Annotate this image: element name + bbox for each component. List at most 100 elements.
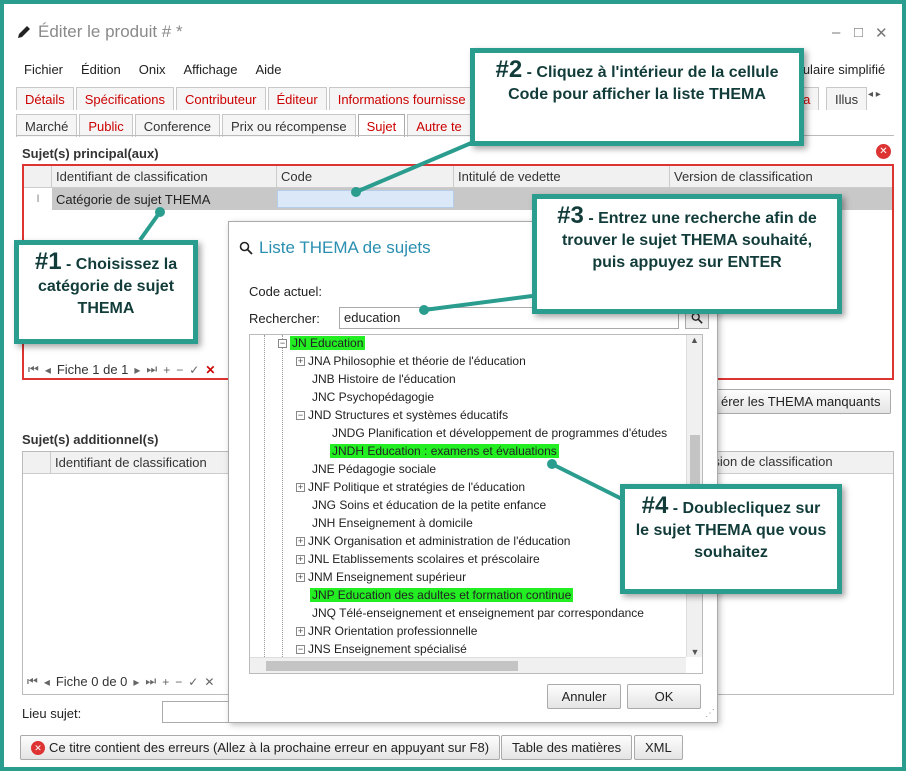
prev-record-button[interactable]: ◂ bbox=[45, 363, 51, 377]
first-record-button[interactable]: ⏮ bbox=[28, 362, 39, 377]
prev-record-button[interactable]: ◂ bbox=[44, 675, 50, 689]
scroll-down-icon[interactable]: ▼ bbox=[687, 647, 702, 657]
expand-icon[interactable]: + bbox=[296, 357, 305, 367]
menu-fichier[interactable]: Fichier bbox=[24, 62, 63, 77]
tree-item-jnl[interactable]: JNL Etablissements scolaires et préscola… bbox=[308, 552, 540, 566]
cell-identifiant[interactable]: Catégorie de sujet THEMA bbox=[52, 192, 277, 207]
menu-aide[interactable]: Aide bbox=[255, 62, 281, 77]
tree-item-jng[interactable]: JNG Soins et éducation de la petite enfa… bbox=[312, 498, 546, 512]
col-code: Code bbox=[277, 166, 454, 187]
tree-item-jnf[interactable]: JNF Politique et stratégies de l'éducati… bbox=[308, 480, 525, 494]
tab-prix[interactable]: Prix ou récompense bbox=[222, 114, 356, 137]
restore-button[interactable]: □ bbox=[854, 24, 863, 41]
resize-grip-icon[interactable]: ⋰ bbox=[705, 708, 715, 719]
close-button[interactable]: ✕ bbox=[875, 24, 888, 42]
delete-record-button[interactable]: − bbox=[176, 363, 183, 377]
minimize-button[interactable]: – bbox=[832, 24, 840, 41]
tree-item-jna[interactable]: JNA Philosophie et théorie de l'éducatio… bbox=[308, 354, 526, 368]
confirm-record-button[interactable]: ✓ bbox=[188, 675, 198, 689]
last-record-button[interactable]: ⏭ bbox=[145, 674, 156, 689]
app-window: Éditer le produit # * – □ ✕ Fichier Édit… bbox=[0, 0, 906, 771]
tree-item-jnd[interactable]: JND Structures et systèmes éducatifs bbox=[308, 408, 508, 422]
tab-conference[interactable]: Conference bbox=[134, 114, 220, 137]
lieu-sujet-input[interactable] bbox=[162, 701, 232, 723]
tab-specifications[interactable]: Spécifications bbox=[75, 87, 174, 110]
tree-item-jnb[interactable]: JNB Histoire de l'éducation bbox=[312, 372, 456, 386]
tree-item-jne[interactable]: JNE Pédagogie sociale bbox=[312, 462, 436, 476]
ok-button[interactable]: OK bbox=[627, 684, 701, 709]
expand-icon[interactable]: + bbox=[296, 555, 305, 565]
menu-bar: Fichier Édition Onix Affichage Aide bbox=[24, 62, 282, 77]
next-record-button[interactable]: ▸ bbox=[134, 363, 140, 377]
simplified-form-link[interactable]: mulaire simplifié bbox=[792, 62, 885, 77]
col-identifiant: Identifiant de classification bbox=[52, 166, 277, 187]
callout-number: #4 bbox=[641, 492, 669, 519]
tabs-row-2: Marché Public Conference Prix ou récompe… bbox=[16, 114, 473, 137]
tree-item-jnm[interactable]: JNM Enseignement supérieur bbox=[308, 570, 466, 584]
confirm-record-button[interactable]: ✓ bbox=[189, 363, 199, 377]
add-record-button[interactable]: + bbox=[163, 363, 170, 377]
cancel-record-button[interactable]: ✕ bbox=[204, 675, 214, 689]
callout-number: #3 bbox=[557, 202, 584, 229]
generate-missing-thema-button[interactable]: érer les THEMA manquants bbox=[710, 389, 892, 414]
last-record-button[interactable]: ⏭ bbox=[146, 362, 157, 377]
tree-item-jnq[interactable]: JNQ Télé-enseignement et enseignement pa… bbox=[312, 606, 644, 620]
tab-public[interactable]: Public bbox=[79, 114, 133, 137]
tab-autre[interactable]: Autre te bbox=[407, 114, 471, 137]
expand-icon[interactable]: + bbox=[296, 483, 305, 493]
menu-affichage[interactable]: Affichage bbox=[184, 62, 238, 77]
col-version: Version de classification bbox=[674, 169, 813, 184]
xml-button[interactable]: XML bbox=[634, 735, 683, 760]
tab-editeur[interactable]: Éditeur bbox=[267, 87, 327, 110]
tree-item-jnp[interactable]: JNP Education des adultes et formation c… bbox=[310, 588, 574, 602]
main-grid-nav: ⏮ ◂ Fiche 1 de 1 ▸ ⏭ + − ✓ ✕ bbox=[28, 362, 215, 377]
callout-text: - Cliquez à l'intérieur de la cellule Co… bbox=[508, 64, 779, 103]
tree-item-jnc[interactable]: JNC Psychopédagogie bbox=[312, 390, 434, 404]
row-indicator-header bbox=[24, 166, 52, 187]
collapse-icon[interactable]: − bbox=[296, 645, 305, 655]
window-title: Éditer le produit # * bbox=[16, 22, 183, 42]
expand-icon[interactable]: + bbox=[296, 627, 305, 637]
collapse-icon[interactable]: − bbox=[296, 411, 305, 421]
tabs-row-1: Détails Spécifications Contributeur Édit… bbox=[16, 87, 477, 110]
delete-record-button[interactable]: − bbox=[175, 675, 182, 689]
tree-item-jnk[interactable]: JNK Organisation et administration de l'… bbox=[308, 534, 570, 548]
cancel-button[interactable]: Annuler bbox=[547, 684, 621, 709]
expand-icon[interactable]: + bbox=[296, 537, 305, 547]
row-indicator-header bbox=[23, 452, 51, 473]
search-icon bbox=[239, 241, 253, 255]
scroll-up-icon[interactable]: ▲ bbox=[687, 335, 702, 345]
tab-marche[interactable]: Marché bbox=[16, 114, 78, 137]
tree-item-jndg[interactable]: JNDG Planification et développement de p… bbox=[332, 426, 667, 440]
cancel-record-button[interactable]: ✕ bbox=[205, 363, 215, 377]
collapse-icon[interactable]: − bbox=[278, 339, 287, 349]
tabs-scroll-arrows[interactable]: ◂ ▸ bbox=[868, 89, 881, 100]
tree-item-jnh[interactable]: JNH Enseignement à domicile bbox=[312, 516, 473, 530]
expand-icon[interactable]: + bbox=[296, 573, 305, 583]
callout-3: #3 - Entrez une recherche afin de trouve… bbox=[532, 194, 842, 314]
next-record-button[interactable]: ▸ bbox=[133, 675, 139, 689]
tree-item-jnr[interactable]: JNR Orientation professionnelle bbox=[308, 624, 477, 638]
additional-grid-nav: ⏮ ◂ Fiche 0 de 0 ▸ ⏭ + − ✓ ✕ bbox=[27, 674, 214, 689]
dialog-title-text: Liste THEMA de sujets bbox=[259, 238, 431, 257]
horizontal-scrollbar[interactable] bbox=[250, 657, 686, 673]
first-record-button[interactable]: ⏮ bbox=[27, 674, 38, 689]
menu-onix[interactable]: Onix bbox=[139, 62, 166, 77]
tab-details[interactable]: Détails bbox=[16, 87, 74, 110]
errors-button[interactable]: ✕ Ce titre contient des erreurs (Allez à… bbox=[20, 735, 501, 760]
scrollbar-thumb[interactable] bbox=[266, 661, 518, 671]
menu-edition[interactable]: Édition bbox=[81, 62, 121, 77]
tree-item-jn[interactable]: JN Education bbox=[290, 336, 366, 350]
cell-code[interactable] bbox=[277, 190, 454, 208]
tab-illustrations[interactable]: Illus bbox=[826, 87, 868, 110]
row-indicator: I bbox=[24, 188, 52, 210]
callout-4: #4 - Doublecliquez sur le sujet THEMA qu… bbox=[620, 484, 842, 594]
tree-item-jndh[interactable]: JNDH Education : examens et évaluations bbox=[330, 444, 559, 458]
tab-contributeur[interactable]: Contributeur bbox=[175, 87, 266, 110]
error-icon: ✕ bbox=[876, 144, 891, 159]
toc-button[interactable]: Table des matières bbox=[501, 735, 633, 760]
tree-item-jns[interactable]: JNS Enseignement spécialisé bbox=[308, 642, 467, 656]
tab-sujet[interactable]: Sujet bbox=[357, 114, 406, 137]
add-record-button[interactable]: + bbox=[162, 675, 169, 689]
tab-informations[interactable]: Informations fournisse bbox=[328, 87, 475, 110]
